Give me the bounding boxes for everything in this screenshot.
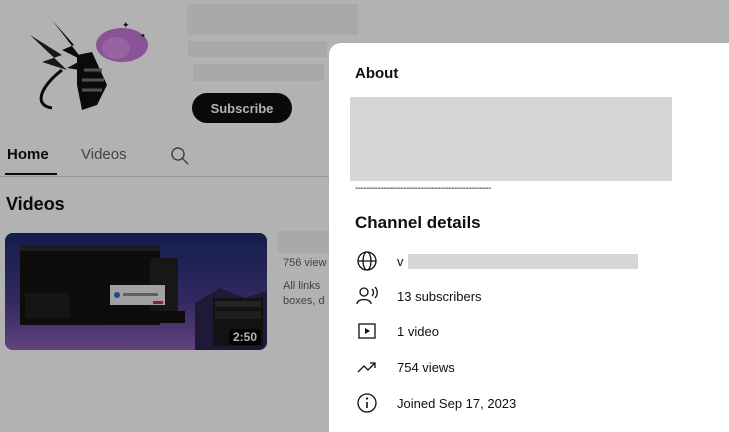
subscribers-icon <box>355 285 379 307</box>
detail-row-subscribers: 13 subscribers <box>355 285 482 307</box>
info-icon <box>355 392 379 414</box>
subscriber-count: 13 subscribers <box>397 288 482 304</box>
globe-icon <box>355 250 379 272</box>
detail-row-videos: 1 video <box>355 320 439 342</box>
channel-details-heading: Channel details <box>355 213 481 232</box>
detail-row-joined: Joined Sep 17, 2023 <box>355 392 516 414</box>
channel-link-redacted <box>407 253 638 269</box>
about-panel: About ----------------------------------… <box>329 43 729 432</box>
video-play-icon <box>355 320 379 342</box>
trending-icon <box>355 356 379 378</box>
channel-description-redacted <box>350 97 672 181</box>
about-heading: About <box>355 65 399 82</box>
detail-row-views: 754 views <box>355 356 455 378</box>
joined-date: Joined Sep 17, 2023 <box>397 395 517 411</box>
detail-row-link: v <box>355 250 638 272</box>
channel-link-text[interactable]: v <box>397 254 404 269</box>
description-divider-text: ----------------------------------------… <box>355 183 491 194</box>
video-count: 1 video <box>397 323 439 339</box>
total-views: 754 views <box>397 359 455 375</box>
